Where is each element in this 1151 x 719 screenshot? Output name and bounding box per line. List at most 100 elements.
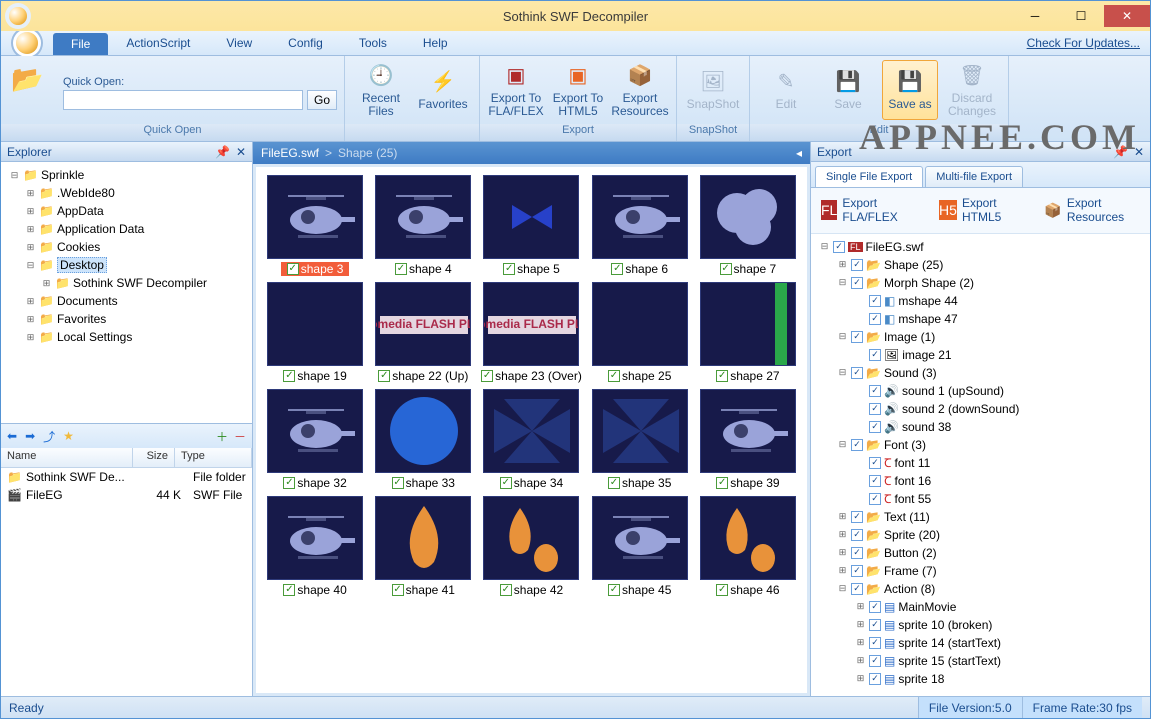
explorer-item[interactable]: ⊞📁Sothink SWF Decompiler: [3, 274, 250, 292]
tree-checkbox[interactable]: ✓: [869, 313, 881, 325]
menu-actionscript[interactable]: ActionScript: [108, 31, 208, 55]
explorer-item[interactable]: ⊞📁AppData: [3, 202, 250, 220]
thumb-checkbox[interactable]: ✓: [481, 370, 493, 382]
thumb-checkbox[interactable]: ✓: [283, 370, 295, 382]
explorer-item[interactable]: ⊞📁Favorites: [3, 310, 250, 328]
tree-checkbox[interactable]: ✓: [869, 601, 881, 613]
thumb-item[interactable]: ✓shape 42: [480, 496, 582, 597]
add-icon[interactable]: ＋: [216, 428, 228, 445]
fav-star-icon[interactable]: ★: [63, 429, 74, 443]
up-icon[interactable]: ⤴: [43, 428, 55, 445]
tree-checkbox[interactable]: ✓: [851, 259, 863, 271]
tree-checkbox[interactable]: ✓: [851, 547, 863, 559]
thumb-checkbox[interactable]: ✓: [716, 477, 728, 489]
tree-checkbox[interactable]: ✓: [869, 655, 881, 667]
explorer-item[interactable]: ⊞📁Documents: [3, 292, 250, 310]
export-tree-item[interactable]: ⊞✓▤ sprite 10 (broken): [815, 616, 1146, 634]
export-resources-button[interactable]: 📦Export Resources: [612, 60, 668, 120]
thumb-checkbox[interactable]: ✓: [608, 584, 620, 596]
export-tree-item[interactable]: ⊟✓📂 Sound (3): [815, 364, 1146, 382]
menu-config[interactable]: Config: [270, 31, 341, 55]
favorites-button[interactable]: ⚡Favorites: [415, 60, 471, 120]
breadcrumb-category[interactable]: Shape (25): [338, 146, 397, 160]
export-tree[interactable]: ⊟✓FL FileEG.swf⊞✓📂 Shape (25)⊟✓📂 Morph S…: [811, 234, 1150, 696]
thumb-item[interactable]: macromedia FLASH PLAYER✓shape 22 (Up): [372, 282, 474, 383]
thumb-checkbox[interactable]: ✓: [283, 584, 295, 596]
export-tree-item[interactable]: ⊞✓📂 Button (2): [815, 544, 1146, 562]
tree-checkbox[interactable]: ✓: [869, 475, 881, 487]
tree-checkbox[interactable]: ✓: [869, 673, 881, 685]
explorer-item[interactable]: ⊞📁Application Data: [3, 220, 250, 238]
export-tree-item[interactable]: ⊟✓📂 Action (8): [815, 580, 1146, 598]
thumb-checkbox[interactable]: ✓: [392, 477, 404, 489]
explorer-item[interactable]: ⊞📁Local Settings: [3, 328, 250, 346]
thumb-item[interactable]: macromedia FLASH PLAYER✓shape 23 (Over): [480, 282, 582, 383]
snapshot-button[interactable]: 🖼SnapShot: [685, 60, 741, 120]
thumb-item[interactable]: ✓shape 34: [480, 389, 582, 490]
export-fla-link[interactable]: FLExport FLA/FLEX: [821, 196, 915, 225]
thumb-item[interactable]: ✓shape 32: [264, 389, 366, 490]
explorer-item[interactable]: ⊞📁.WebIde80: [3, 184, 250, 202]
menu-help[interactable]: Help: [405, 31, 466, 55]
thumb-checkbox[interactable]: ✓: [500, 477, 512, 489]
thumb-item[interactable]: ✓shape 41: [372, 496, 474, 597]
file-row[interactable]: 🎬FileEG44 KSWF File: [1, 486, 252, 504]
folder-open-icon[interactable]: 📂: [11, 64, 43, 95]
thumb-checkbox[interactable]: ✓: [395, 263, 407, 275]
thumb-checkbox[interactable]: ✓: [500, 584, 512, 596]
thumb-checkbox[interactable]: ✓: [608, 370, 620, 382]
back-icon[interactable]: ⬅: [7, 429, 17, 443]
thumb-item[interactable]: ✓shape 45: [589, 496, 691, 597]
fwd-icon[interactable]: ➡: [25, 429, 35, 443]
save-button[interactable]: 💾Save: [820, 60, 876, 120]
export-tree-item[interactable]: ✓🖼 image 21: [815, 346, 1146, 364]
export-tree-item[interactable]: ⊞✓▤ sprite 14 (startText): [815, 634, 1146, 652]
export-tree-item[interactable]: ✓🔊 sound 2 (downSound): [815, 400, 1146, 418]
close-panel-icon[interactable]: ✕: [1134, 145, 1144, 159]
tree-checkbox[interactable]: ✓: [869, 421, 881, 433]
explorer-item[interactable]: ⊟📁Sprinkle: [3, 166, 250, 184]
export-tree-item[interactable]: ⊟✓📂 Font (3): [815, 436, 1146, 454]
export-fla-button[interactable]: ▣Export To FLA/FLEX: [488, 60, 544, 120]
tree-checkbox[interactable]: ✓: [851, 511, 863, 523]
breadcrumb-file[interactable]: FileEG.swf: [261, 146, 319, 160]
export-tree-item[interactable]: ⊞✓▤ sprite 18: [815, 670, 1146, 688]
discard-button[interactable]: 🗑Discard Changes: [944, 60, 1000, 120]
export-tree-item[interactable]: ✓Ꞇ font 16: [815, 472, 1146, 490]
tab-single-export[interactable]: Single File Export: [815, 166, 923, 187]
thumb-checkbox[interactable]: ✓: [392, 584, 404, 596]
pin-icon[interactable]: 📌: [215, 145, 230, 159]
tree-checkbox[interactable]: ✓: [833, 241, 845, 253]
thumb-checkbox[interactable]: ✓: [503, 263, 515, 275]
menu-view[interactable]: View: [208, 31, 270, 55]
edit-button[interactable]: ✎Edit: [758, 60, 814, 120]
close-panel-icon[interactable]: ✕: [236, 145, 246, 159]
export-tree-item[interactable]: ✓Ꞇ font 11: [815, 454, 1146, 472]
quick-open-input[interactable]: [63, 90, 303, 110]
export-tree-item[interactable]: ⊞✓📂 Text (11): [815, 508, 1146, 526]
thumb-item[interactable]: ✓shape 39: [697, 389, 799, 490]
thumb-checkbox[interactable]: ✓: [716, 584, 728, 596]
export-tree-item[interactable]: ⊞✓📂 Frame (7): [815, 562, 1146, 580]
thumb-item[interactable]: ✓shape 5: [480, 175, 582, 276]
thumb-checkbox[interactable]: ✓: [611, 263, 623, 275]
export-tree-item[interactable]: ✓◧ mshape 44: [815, 292, 1146, 310]
tree-checkbox[interactable]: ✓: [851, 277, 863, 289]
export-tree-item[interactable]: ✓Ꞇ font 55: [815, 490, 1146, 508]
thumb-item[interactable]: ✓shape 4: [372, 175, 474, 276]
menu-file[interactable]: File: [53, 33, 108, 55]
thumb-item[interactable]: ✓shape 19: [264, 282, 366, 383]
file-row[interactable]: 📁Sothink SWF De...File folder: [1, 468, 252, 486]
thumb-checkbox[interactable]: ✓: [287, 263, 299, 275]
tree-checkbox[interactable]: ✓: [851, 529, 863, 541]
tree-checkbox[interactable]: ✓: [851, 367, 863, 379]
thumb-item[interactable]: ✓shape 46: [697, 496, 799, 597]
export-tree-item[interactable]: ✓◧ mshape 47: [815, 310, 1146, 328]
export-tree-item[interactable]: ⊞✓▤ MainMovie: [815, 598, 1146, 616]
thumb-item[interactable]: ✓shape 27: [697, 282, 799, 383]
pin-icon[interactable]: 📌: [1113, 145, 1128, 159]
scroll-left-icon[interactable]: ◂: [796, 146, 802, 160]
tree-checkbox[interactable]: ✓: [869, 493, 881, 505]
menu-tools[interactable]: Tools: [341, 31, 405, 55]
explorer-item[interactable]: ⊞📁Cookies: [3, 238, 250, 256]
